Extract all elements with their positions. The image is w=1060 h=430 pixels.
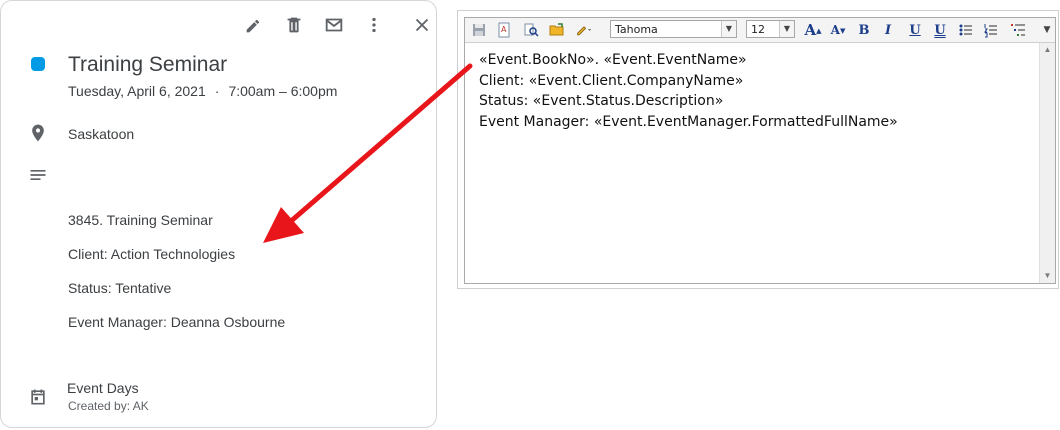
font-size-select[interactable]: 12 ▼ [746,20,795,38]
date-separator: · [214,83,220,99]
toolbar-overflow-icon[interactable]: ▼ [1037,20,1057,40]
editor-line: Client: «Event.Client.CompanyName» [479,72,744,89]
svg-text:A: A [501,25,507,34]
editor-toolbar: A Tahoma ▼ 12 ▼ A ▲ A ▼ B I U U ▼ [465,18,1055,43]
chevron-down-icon[interactable]: ▼ [779,21,794,37]
vertical-scrollbar[interactable]: ▲ ▼ [1039,43,1055,283]
rich-text-editor: A Tahoma ▼ 12 ▼ A ▲ A ▼ B I U U ▼ «Event… [464,17,1056,284]
event-date-time: Tuesday, April 6, 2021 · 7:00am – 6:00pm [68,83,337,99]
description-line: Client: Action Technologies [68,246,236,262]
event-date: Tuesday, April 6, 2021 [68,83,206,99]
event-location: Saskatoon [68,126,135,142]
editor-line: «Event.BookNo». «Event.EventName» [479,52,747,68]
open-icon[interactable] [547,20,567,40]
save-icon[interactable] [469,20,489,40]
scroll-down-icon[interactable]: ▼ [1040,269,1055,283]
bold-icon[interactable]: B [854,20,874,40]
scroll-up-icon[interactable]: ▲ [1040,43,1055,57]
underline-icon[interactable]: U [905,20,925,40]
edit-icon[interactable] [243,14,265,36]
multilevel-list-icon[interactable] [1008,20,1028,40]
event-time: 7:00am – 6:00pm [228,83,338,99]
shrink-font-icon[interactable]: A ▼ [828,20,848,40]
insert-field-icon[interactable] [572,20,596,40]
chevron-down-icon[interactable]: ▼ [721,21,736,37]
description-line: Status: Tentative [68,280,172,296]
location-pin-icon [28,123,48,143]
calendar-name: Event Days [67,380,139,396]
italic-icon[interactable]: I [878,20,898,40]
calendar-icon [28,387,48,407]
editor-line: Status: «Event.Status.Description» [479,93,724,109]
event-color-swatch [31,57,45,71]
description-icon [28,165,48,185]
event-title: Training Seminar [68,53,228,76]
email-icon[interactable] [323,14,345,36]
description-line: 3845. Training Seminar [68,212,213,228]
grow-font-icon[interactable]: A ▲ [803,20,823,40]
font-family-select[interactable]: Tahoma ▼ [610,20,737,38]
editor-content[interactable]: «Event.BookNo». «Event.EventName» Client… [479,50,1039,132]
font-family-value: Tahoma [615,23,658,36]
created-by: Created by: AK [68,399,149,413]
description-line: Event Manager: Deanna Osbourne [68,314,286,330]
event-details-card: Training Seminar Tuesday, April 6, 2021 ·… [0,0,437,428]
spellcheck-icon[interactable]: A [494,20,514,40]
font-size-value: 12 [751,23,765,36]
find-icon[interactable] [521,20,541,40]
delete-icon[interactable] [283,14,305,36]
double-underline-icon[interactable]: U [930,20,950,40]
numbering-icon[interactable] [981,20,1001,40]
more-options-icon[interactable] [363,14,385,36]
close-icon[interactable] [411,14,433,36]
editor-line: Event Manager: «Event.EventManager.Forma… [479,113,898,130]
bullets-icon[interactable] [956,20,976,40]
